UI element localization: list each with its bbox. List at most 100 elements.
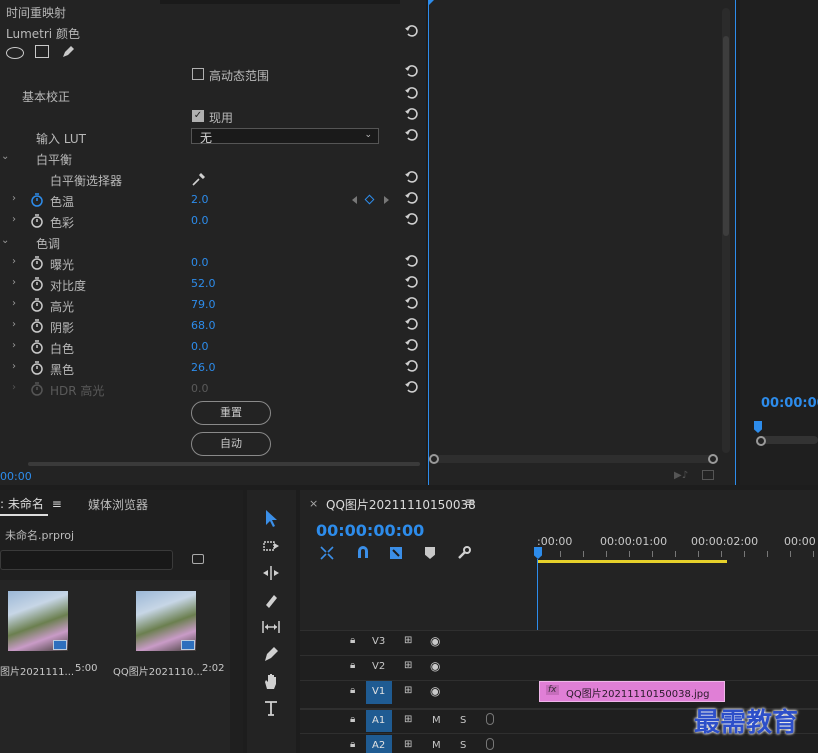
track-name[interactable]: V2 [372,661,385,672]
stopwatch-icon[interactable] [30,256,44,270]
wrench-icon[interactable] [456,545,472,561]
play-audio-icon[interactable]: ▶♪ [674,470,688,481]
close-icon[interactable]: × [309,497,318,510]
keyframe-next-icon[interactable] [384,196,389,204]
stopwatch-icon[interactable] [30,361,44,375]
snap-icon[interactable] [355,545,371,561]
input-lut-dropdown[interactable]: 无 ⌄ [191,128,379,145]
track-select-tool-icon[interactable] [260,535,282,557]
sync-lock-icon[interactable]: ⊞ [404,714,412,725]
stopwatch-icon[interactable] [30,193,44,207]
chevron-right-icon[interactable]: › [12,340,16,351]
reset-icon[interactable] [404,107,418,121]
stopwatch-icon[interactable] [30,319,44,333]
chevron-down-icon[interactable]: ⌄ [1,151,9,162]
param-value[interactable]: 0.0 [191,340,209,353]
reset-icon[interactable] [404,86,418,100]
solo-button[interactable]: S [460,740,466,751]
param-value[interactable]: 79.0 [191,298,216,311]
reset-icon[interactable] [404,191,418,205]
tab-menu-icon[interactable]: ≡ [52,497,62,511]
reset-icon[interactable] [404,359,418,373]
param-value[interactable]: 0.0 [191,214,209,227]
reset-icon[interactable] [404,275,418,289]
stopwatch-icon[interactable] [30,277,44,291]
reset-icon[interactable] [404,338,418,352]
rectangle-mask-icon[interactable] [35,45,49,58]
reset-icon[interactable] [404,24,418,38]
microphone-icon[interactable] [486,738,494,750]
program-scrub-bar[interactable] [757,436,818,444]
stopwatch-icon[interactable] [30,340,44,354]
reset-icon[interactable] [404,212,418,226]
reset-button[interactable]: 重置 [191,401,271,425]
mute-button[interactable]: M [432,740,441,751]
hdr-checkbox[interactable] [192,68,204,80]
reset-icon[interactable] [404,64,418,78]
selection-tool-icon[interactable] [260,507,282,529]
lock-icon[interactable]: 🔒︎ [350,739,355,750]
chevron-right-icon[interactable]: › [12,277,16,288]
chevron-right-icon[interactable]: › [12,214,16,225]
pen-mask-icon[interactable] [60,44,76,60]
work-area-bar[interactable] [537,560,727,563]
scroll-thumb[interactable] [723,36,729,236]
eye-icon[interactable]: ◉ [430,634,440,648]
chevron-right-icon[interactable]: › [12,361,16,372]
stopwatch-icon[interactable] [30,214,44,228]
eye-icon[interactable]: ◉ [430,684,440,698]
export-icon[interactable] [702,470,714,480]
param-value[interactable]: 0.0 [191,256,209,269]
sequence-menu-icon[interactable]: ≡ [465,495,475,509]
ripple-edit-tool-icon[interactable] [260,562,282,584]
chevron-right-icon[interactable]: › [12,256,16,267]
track-name[interactable]: A1 [372,715,385,726]
sync-lock-icon[interactable]: ⊞ [404,685,412,696]
sync-lock-icon[interactable]: ⊞ [404,739,412,750]
razor-tool-icon[interactable] [260,589,282,611]
microphone-icon[interactable] [486,713,494,725]
track-name[interactable]: A2 [372,740,385,751]
lock-icon[interactable]: 🔒︎ [350,714,355,725]
stopwatch-icon[interactable] [30,298,44,312]
reset-icon[interactable] [404,254,418,268]
chevron-right-icon[interactable]: › [12,298,16,309]
auto-button[interactable]: 自动 [191,432,271,456]
track-name[interactable]: V3 [372,636,385,647]
eye-icon[interactable]: ◉ [430,659,440,673]
chevron-down-icon[interactable]: ⌄ [1,235,9,246]
track-name[interactable]: V1 [372,686,385,697]
param-value[interactable]: 52.0 [191,277,216,290]
chevron-right-icon[interactable]: › [12,319,16,330]
lock-icon[interactable]: 🔒︎ [350,635,355,646]
tab-project[interactable]: : 未命名 ≡ [0,495,62,512]
tab-media-browser[interactable]: 媒体浏览器 [88,496,148,513]
param-value[interactable]: 68.0 [191,319,216,332]
clip-thumbnail[interactable] [136,591,196,651]
type-tool-icon[interactable] [260,697,282,719]
reset-icon[interactable] [404,128,418,142]
chevron-right-icon[interactable]: › [12,193,16,204]
search-icon[interactable] [192,554,204,564]
linked-selection-icon[interactable] [388,545,404,561]
timeline-timecode[interactable]: 00:00:00:00 [316,521,424,540]
nest-sequence-icon[interactable] [319,545,335,561]
keyframe-prev-icon[interactable] [352,196,357,204]
zoom-handle-right[interactable] [708,454,718,464]
program-zoom-handle[interactable] [756,436,766,446]
sequence-tab-label[interactable]: QQ图片20211110150038 [326,496,476,513]
reset-icon[interactable] [404,317,418,331]
lock-icon[interactable]: 🔒︎ [350,685,355,696]
eyedropper-icon[interactable] [191,171,207,187]
keyframe-vertical-scrollbar[interactable] [722,8,730,453]
lock-icon[interactable]: 🔒︎ [350,660,355,671]
clip-thumbnail[interactable] [8,591,68,651]
param-value[interactable]: 26.0 [191,361,216,374]
timeline-clip[interactable]: fx QQ图片20211110150038.jpg [539,681,725,702]
mute-button[interactable]: M [432,715,441,726]
project-search-input[interactable] [0,550,173,570]
ellipse-mask-icon[interactable] [6,47,24,59]
enabled-checkbox[interactable]: ✓ [192,110,204,122]
effect-scrollbar[interactable] [28,462,420,466]
sync-lock-icon[interactable]: ⊞ [404,660,412,671]
